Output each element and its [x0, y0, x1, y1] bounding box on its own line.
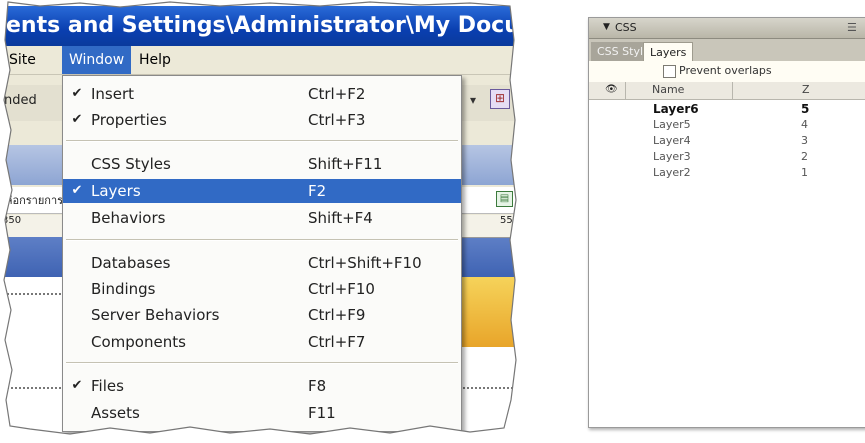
- ruler-left-label: 350: [2, 215, 22, 226]
- prevent-overlaps-label: Prevent overlaps: [679, 64, 772, 77]
- menu-item-properties[interactable]: ✔ Properties Ctrl+F3: [63, 108, 461, 132]
- toolbar-fragment-left: nded: [4, 93, 37, 108]
- checkmark-icon: ✔: [71, 112, 83, 127]
- toolbar-icon-right[interactable]: ⊞: [490, 89, 510, 109]
- menu-site[interactable]: Site: [2, 46, 43, 74]
- menu-item-assets[interactable]: Assets F11: [63, 401, 461, 425]
- checkmark-icon: ✔: [71, 86, 83, 101]
- menu-item-bindings[interactable]: Bindings Ctrl+F10: [63, 277, 461, 301]
- menu-item-behaviors[interactable]: Behaviors Shift+F4: [63, 206, 461, 230]
- layer-row[interactable]: Layer2 1: [589, 166, 865, 181]
- collapse-triangle-icon[interactable]: ▼: [603, 22, 610, 32]
- layer-row[interactable]: Layer6 5: [589, 102, 865, 117]
- tab-layers[interactable]: Layers: [643, 42, 694, 62]
- prevent-overlaps-row: Prevent overlaps: [589, 61, 865, 83]
- css-panel: ▼ CSS ☰ CSS Styles Layers Prevent overla…: [588, 17, 865, 428]
- menu-item-components[interactable]: Components Ctrl+F7: [63, 330, 461, 354]
- menu-help[interactable]: Help: [132, 46, 178, 74]
- menu-item-databases[interactable]: Databases Ctrl+Shift+F10: [63, 251, 461, 275]
- layer-row[interactable]: Layer3 2: [589, 150, 865, 165]
- eye-icon[interactable]: 👁: [605, 84, 618, 95]
- column-name[interactable]: Name: [625, 82, 733, 99]
- grid-icon: ⊞: [495, 91, 506, 105]
- menu-item-insert[interactable]: ✔ Insert Ctrl+F2: [63, 82, 461, 106]
- column-z[interactable]: Z: [802, 83, 810, 96]
- panel-title: CSS: [615, 21, 637, 34]
- panel-header[interactable]: ▼ CSS ☰: [589, 18, 865, 39]
- window-menu-screenshot: ents and Settings\Administrator\My Docum…: [0, 0, 520, 443]
- layers-column-header: 👁 Name Z: [589, 82, 865, 100]
- panel-tabs: CSS Styles Layers: [589, 39, 865, 62]
- menu-bar: Site Window Help: [0, 46, 520, 75]
- menu-separator: [66, 239, 458, 241]
- menu-item-server-behaviors[interactable]: Server Behaviors Ctrl+F9: [63, 303, 461, 327]
- calendar-icon[interactable]: ▤: [496, 191, 513, 207]
- menu-separator: [66, 140, 458, 142]
- layer-row[interactable]: Layer4 3: [589, 134, 865, 149]
- prevent-overlaps-checkbox[interactable]: [663, 65, 676, 78]
- menu-separator: [66, 362, 458, 364]
- window-title: ents and Settings\Administrator\My Docum…: [6, 13, 520, 38]
- checkmark-icon: ✔: [71, 378, 83, 393]
- menu-window[interactable]: Window: [62, 46, 132, 74]
- menu-item-files[interactable]: ✔ Files F8: [63, 374, 461, 398]
- ruler-right-label: 550: [500, 215, 520, 226]
- panel-options-icon[interactable]: ☰: [847, 21, 861, 34]
- thai-select-fragment: เลือกรายการ: [2, 194, 64, 207]
- window-dropdown-menu: ✔ Insert Ctrl+F2 ✔ Properties Ctrl+F3 CS…: [62, 75, 462, 432]
- menu-item-layers[interactable]: ✔ Layers F2: [63, 179, 461, 203]
- window-title-bar: ents and Settings\Administrator\My Docum…: [0, 6, 520, 46]
- menu-item-css-styles[interactable]: CSS Styles Shift+F11: [63, 152, 461, 176]
- layer-row[interactable]: Layer5 4: [589, 118, 865, 133]
- checkmark-icon: ✔: [71, 183, 83, 198]
